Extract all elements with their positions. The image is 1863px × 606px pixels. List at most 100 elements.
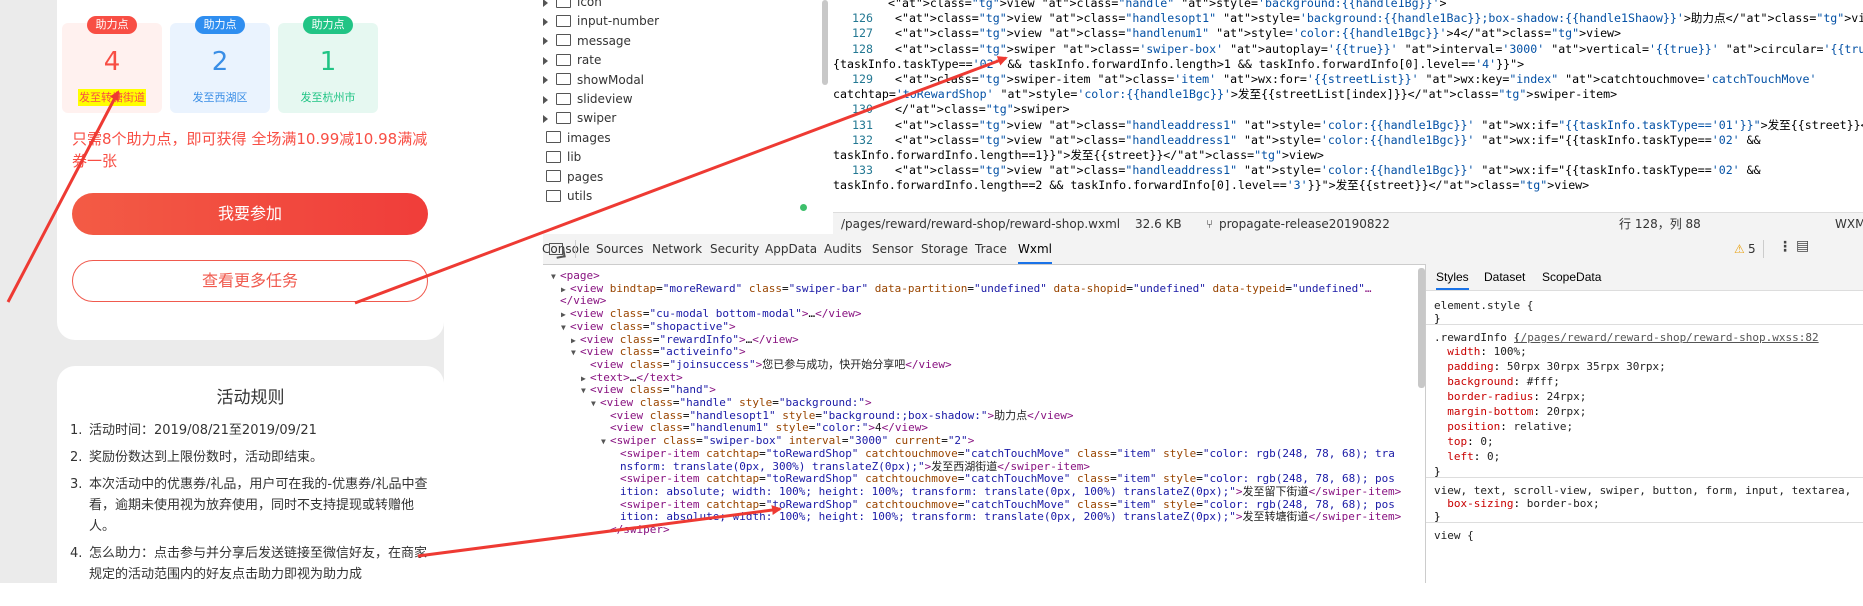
code-text: catchtap='toRewardShop' "at">style — [833, 87, 1071, 102]
code-text: <"at">class — [888, 26, 972, 41]
cursor-position[interactable]: 行 128，列 88 — [1619, 213, 1701, 235]
tab-styles[interactable]: Styles — [1436, 264, 1469, 290]
expand-arrow-icon[interactable] — [543, 17, 548, 26]
wxml-node[interactable]: </swiper> — [601, 522, 670, 537]
warning-icon[interactable]: ⚠ — [1734, 242, 1745, 256]
folder-icon — [546, 150, 561, 163]
folder-icon — [546, 189, 561, 202]
file-path: /pages/reward/reward-shop/reward-shop.wx… — [841, 217, 1121, 231]
tab-storage[interactable]: Storage — [921, 234, 968, 264]
help-point-card-1[interactable]: 助力点 4 发至转塘街道 — [62, 16, 162, 113]
tree-item-label: swiper — [577, 111, 617, 126]
dock-icon[interactable]: ▤ — [1796, 238, 1809, 254]
file-tree-scrollbar[interactable] — [822, 0, 828, 85]
code-editor[interactable]: <"at">class="tg">view "at">class="handle… — [833, 0, 1863, 212]
expand-arrow-icon[interactable] — [543, 37, 548, 46]
code-text: taskInfo.forwardInfo.length==1}}">发至{{st… — [833, 148, 1248, 162]
wxml-node[interactable]: ▶ <view bindtap="moreReward" class="swipe… — [561, 281, 1371, 296]
tab-wxml[interactable]: Wxml — [1018, 234, 1052, 264]
tab-audits[interactable]: Audits — [824, 234, 862, 264]
code-text: <"at">class — [888, 41, 972, 56]
rule-number: 1. — [70, 423, 83, 438]
tree-item[interactable]: lib — [543, 147, 581, 167]
folder-icon — [546, 131, 561, 144]
folder-icon — [546, 170, 561, 183]
expand-arrow-icon[interactable]: ▼ — [571, 345, 580, 360]
tab-scopedata[interactable]: ScopeData — [1542, 264, 1601, 290]
folder-icon — [556, 14, 571, 27]
folder-icon — [556, 92, 571, 105]
rule-item: 1. 活动时间：2019/08/21至2019/09/21 — [70, 420, 432, 441]
expand-arrow-icon[interactable] — [543, 114, 548, 123]
language-mode[interactable]: WXM — [1835, 213, 1863, 235]
expand-arrow-icon[interactable] — [543, 56, 548, 65]
css-property: box-sizing: border-box; — [1447, 497, 1600, 510]
tree-item[interactable]: slideview — [543, 89, 633, 109]
rule-number: 3. — [70, 477, 83, 492]
expand-arrow-icon[interactable]: ▼ — [601, 434, 610, 449]
expand-arrow-icon[interactable] — [543, 76, 548, 85]
tree-item[interactable]: showModal — [543, 70, 644, 90]
file-tree: icon input-number message rate showModal slid… — [543, 0, 826, 212]
css-property: border-radius: 24rpx; — [1447, 389, 1587, 403]
tab-trace[interactable]: Trace — [975, 234, 1007, 264]
tab-network[interactable]: Network — [652, 234, 702, 264]
wxml-tree-panel[interactable]: ▼ <page> ▶ <view bindtap="moreReward" class… — [543, 265, 1425, 583]
help-point-card-3[interactable]: 助力点 1 发至杭州市 — [278, 16, 378, 113]
tab-appdata[interactable]: AppData — [765, 234, 817, 264]
folder-icon — [556, 34, 571, 47]
tree-item[interactable]: input-number — [543, 11, 659, 31]
code-text: <"at">class — [888, 132, 972, 147]
tab-security[interactable]: Security — [710, 234, 759, 264]
help-point-address: 发至西湖区 — [192, 91, 248, 104]
inspect-element-icon[interactable] — [549, 243, 563, 255]
more-options-icon[interactable]: ⋮ — [1778, 239, 1792, 255]
tab-dataset[interactable]: Dataset — [1484, 264, 1525, 290]
styles-tabs: Styles Dataset ScopeData — [1426, 264, 1863, 291]
help-point-number: 1 — [319, 47, 337, 77]
expand-arrow-icon[interactable]: ▼ — [581, 383, 590, 398]
rule-text: 本次活动中的优惠券/礼品，用户可在我的-优惠券/礼品中查看，逾期未使用视为放弃使… — [89, 477, 428, 534]
tree-item[interactable]: pages — [543, 167, 603, 187]
tree-item[interactable]: message — [543, 31, 631, 51]
expand-arrow-icon[interactable] — [543, 95, 548, 104]
css-selector: element.style { — [1434, 299, 1534, 312]
git-branch[interactable]: propagate-release20190822 — [1219, 213, 1390, 235]
wxml-node[interactable]: ition: absolute; width: 100%; height: 10… — [611, 509, 1401, 524]
more-tasks-button[interactable]: 查看更多任务 — [72, 260, 428, 302]
devtools-toolbar: Console Sources Network Security AppData Audi… — [542, 234, 1863, 265]
toolbar-divider — [1763, 240, 1764, 258]
tree-item[interactable]: images — [543, 128, 611, 148]
css-property: padding: 50rpx 30rpx 35rpx 30rpx; — [1447, 359, 1666, 373]
code-text: taskInfo.forwardInfo.length==2 && taskIn… — [833, 178, 1513, 193]
tab-sources[interactable]: Sources — [596, 234, 643, 264]
tree-item[interactable]: utils — [543, 186, 592, 206]
stylesheet-link[interactable]: ./pages/reward/reward-shop/reward-shop.w… — [1514, 330, 1819, 345]
tree-item-label: icon — [577, 0, 602, 9]
code-text: <"at">class — [888, 117, 972, 132]
rule-item: 3. 本次活动中的优惠券/礼品，用户可在我的-优惠券/礼品中查看，逾期未使用视为放… — [70, 474, 432, 537]
tree-item[interactable]: icon — [543, 0, 602, 12]
css-property: position: relative; — [1447, 419, 1574, 433]
code-line: taskInfo.forwardInfo.length==2 && taskIn… — [833, 178, 1590, 193]
warning-count: 5 — [1748, 242, 1756, 256]
css-property: width: 100%; — [1447, 344, 1527, 358]
folder-icon — [556, 73, 571, 86]
css-property: left: 0; — [1447, 449, 1501, 463]
help-point-card-2[interactable]: 助力点 2 发至西湖区 — [170, 16, 270, 113]
expand-arrow-icon[interactable]: ▼ — [591, 396, 600, 411]
code-text: <"at">class — [888, 163, 972, 178]
tree-item[interactable]: swiper — [543, 108, 616, 128]
help-point-number: 4 — [103, 47, 121, 77]
help-point-address: 发至杭州市 — [300, 91, 356, 104]
help-point-number: 2 — [211, 47, 229, 77]
expand-arrow-icon[interactable]: ▼ — [551, 269, 560, 284]
tree-item[interactable]: rate — [543, 50, 601, 70]
join-button[interactable]: 我要参加 — [72, 193, 428, 235]
rules-list: 1. 活动时间：2019/08/21至2019/09/21 2. 奖励份数达到上限份… — [70, 420, 432, 591]
expand-arrow-icon[interactable] — [543, 0, 548, 7]
wxml-scrollbar[interactable] — [1418, 268, 1425, 388]
editor-status-bar: /pages/reward/reward-shop/reward-shop.wx… — [833, 212, 1863, 235]
tab-sensor[interactable]: Sensor — [872, 234, 913, 264]
expand-arrow-icon[interactable]: ▼ — [561, 320, 570, 335]
